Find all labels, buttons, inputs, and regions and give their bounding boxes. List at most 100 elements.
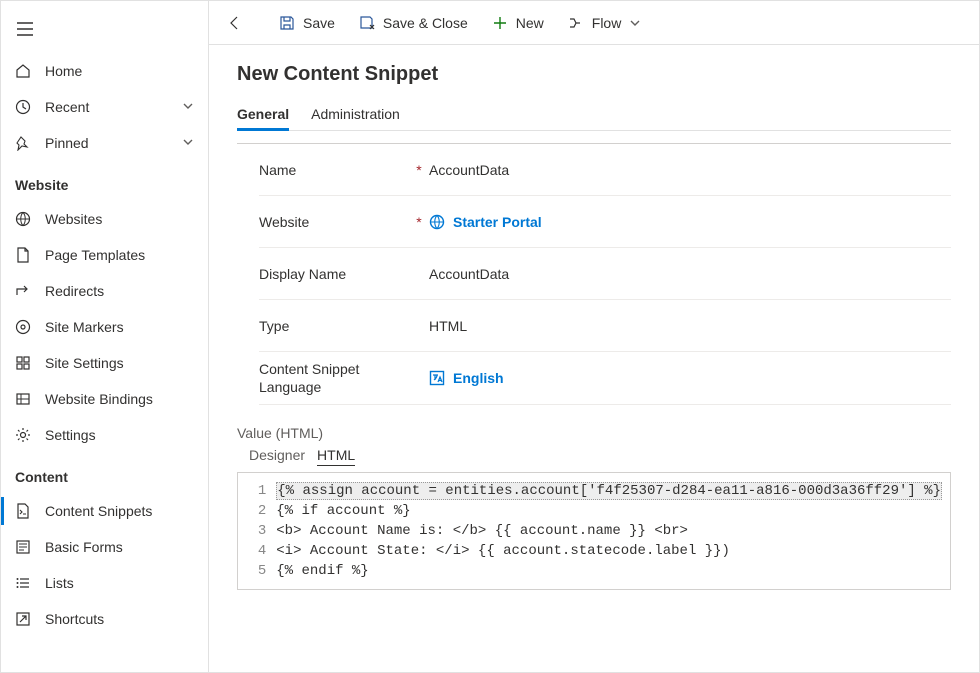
plus-icon [492, 15, 508, 31]
language-icon [429, 370, 445, 386]
field-display-name[interactable]: Display Name AccountData [259, 248, 951, 300]
sidebar-item-label: Content Snippets [45, 503, 194, 519]
save-close-button[interactable]: Save & Close [349, 9, 478, 37]
sidebar-item-label: Website Bindings [45, 391, 194, 407]
new-label: New [516, 15, 544, 31]
sidebar-item-label: Settings [45, 427, 194, 443]
sidebar-item-page-templates[interactable]: Page Templates [1, 237, 208, 273]
sidebar: Home Recent Pinned Website Websites Page… [1, 1, 209, 672]
sidebar-item-content-snippets[interactable]: Content Snippets [1, 493, 208, 529]
nav-recent-label: Recent [45, 99, 168, 115]
section-website-header: Website [1, 161, 208, 201]
form-fields: Name * AccountData Website * Starter Por… [237, 143, 951, 405]
chevron-down-icon [182, 135, 194, 151]
field-name[interactable]: Name * AccountData [259, 144, 951, 196]
field-label: Display Name [259, 266, 409, 282]
tab-general[interactable]: General [237, 98, 289, 130]
required-marker: * [409, 214, 429, 230]
back-icon [227, 15, 243, 31]
language-link: English [453, 370, 504, 386]
line-gutter: 12345 [238, 481, 276, 581]
nav-home[interactable]: Home [1, 53, 208, 89]
sidebar-item-site-markers[interactable]: Site Markers [1, 309, 208, 345]
save-close-label: Save & Close [383, 15, 468, 31]
hamburger-button[interactable] [1, 9, 49, 49]
save-label: Save [303, 15, 335, 31]
field-value[interactable]: AccountData [429, 162, 951, 178]
gear-icon [15, 427, 31, 443]
section-content-header: Content [1, 453, 208, 493]
code-line: {% if account %} [276, 501, 942, 521]
field-label: Content Snippet Language [259, 360, 409, 396]
sidebar-item-label: Redirects [45, 283, 194, 299]
snippet-icon [15, 503, 31, 519]
pin-icon [15, 135, 31, 151]
settings-grid-icon [15, 355, 31, 371]
sidebar-item-label: Shortcuts [45, 611, 194, 627]
field-value[interactable]: Starter Portal [429, 214, 951, 230]
field-label: Website [259, 214, 409, 230]
menu-icon [17, 22, 33, 36]
sidebar-item-lists[interactable]: Lists [1, 565, 208, 601]
sidebar-item-label: Page Templates [45, 247, 194, 263]
nav-home-label: Home [45, 63, 194, 79]
sidebar-item-website-bindings[interactable]: Website Bindings [1, 381, 208, 417]
code-line: {% endif %} [276, 561, 942, 581]
list-icon [15, 575, 31, 591]
command-bar: Save Save & Close New Flow [209, 1, 979, 45]
code-content[interactable]: {% assign account = entities.account['f4… [276, 481, 950, 581]
sidebar-item-site-settings[interactable]: Site Settings [1, 345, 208, 381]
field-type[interactable]: Type HTML [259, 300, 951, 352]
nav-pinned[interactable]: Pinned [1, 125, 208, 161]
home-icon [15, 63, 31, 79]
sidebar-item-label: Site Settings [45, 355, 194, 371]
flow-label: Flow [592, 15, 622, 31]
sidebar-item-shortcuts[interactable]: Shortcuts [1, 601, 208, 637]
sidebar-item-basic-forms[interactable]: Basic Forms [1, 529, 208, 565]
field-value[interactable]: English [429, 370, 951, 386]
sidebar-item-label: Websites [45, 211, 194, 227]
chevron-down-icon [182, 99, 194, 115]
field-value[interactable]: AccountData [429, 266, 951, 282]
new-button[interactable]: New [482, 9, 554, 37]
code-editor[interactable]: 12345 {% assign account = entities.accou… [237, 472, 951, 590]
website-link: Starter Portal [453, 214, 542, 230]
sidebar-item-settings[interactable]: Settings [1, 417, 208, 453]
tab-administration[interactable]: Administration [311, 98, 400, 130]
redirect-icon [15, 283, 31, 299]
subtab-html[interactable]: HTML [317, 445, 355, 466]
main-area: Save Save & Close New Flow New Content S… [209, 1, 979, 672]
marker-icon [15, 319, 31, 335]
binding-icon [15, 391, 31, 407]
sidebar-item-label: Site Markers [45, 319, 194, 335]
field-language[interactable]: Content Snippet Language English [259, 352, 951, 405]
save-button[interactable]: Save [269, 9, 345, 37]
page-title: New Content Snippet [237, 63, 951, 86]
chevron-down-icon [629, 17, 641, 29]
subtab-designer[interactable]: Designer [249, 445, 305, 466]
back-button[interactable] [217, 9, 253, 37]
code-line: <i> Account State: </i> {{ account.state… [276, 541, 942, 561]
save-close-icon [359, 15, 375, 31]
sidebar-item-label: Basic Forms [45, 539, 194, 555]
page-icon [15, 247, 31, 263]
sidebar-item-redirects[interactable]: Redirects [1, 273, 208, 309]
field-label: Type [259, 318, 409, 334]
code-line: {% assign account = entities.account['f4… [276, 482, 942, 500]
editor-subtabs: Designer HTML [237, 445, 951, 466]
code-line: <b> Account Name is: </b> {{ account.nam… [276, 521, 942, 541]
globe-icon [429, 214, 445, 230]
globe-icon [15, 211, 31, 227]
field-website[interactable]: Website * Starter Portal [259, 196, 951, 248]
nav-recent[interactable]: Recent [1, 89, 208, 125]
save-icon [279, 15, 295, 31]
clock-icon [15, 99, 31, 115]
field-value[interactable]: HTML [429, 318, 951, 334]
nav-pinned-label: Pinned [45, 135, 168, 151]
value-section-label: Value (HTML) [237, 425, 951, 441]
field-label: Name [259, 162, 409, 178]
shortcut-icon [15, 611, 31, 627]
required-marker: * [409, 162, 429, 178]
sidebar-item-websites[interactable]: Websites [1, 201, 208, 237]
flow-button[interactable]: Flow [558, 9, 652, 37]
